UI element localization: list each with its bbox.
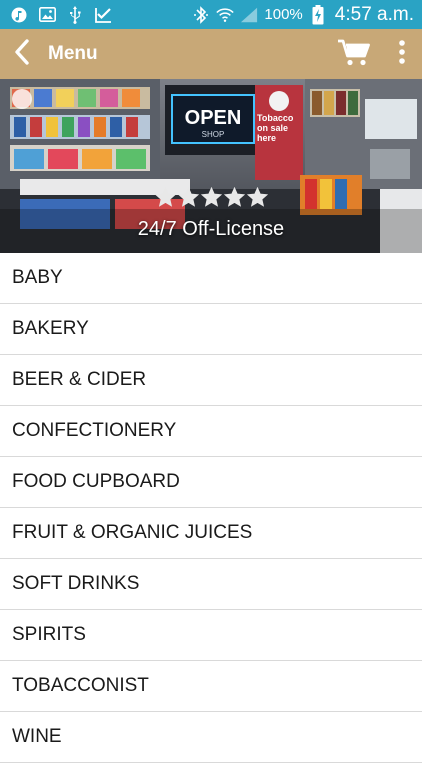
- battery-charging-icon: [309, 4, 327, 24]
- page-title: Menu: [48, 43, 98, 64]
- list-item[interactable]: BAKERY: [0, 304, 422, 355]
- store-banner: OPEN SHOP Tobacco on sale here 24/7 Off-…: [0, 79, 422, 253]
- list-item[interactable]: FOOD CUPBOARD: [0, 457, 422, 508]
- download-check-icon: [94, 6, 112, 24]
- list-item-label: CONFECTIONERY: [12, 420, 177, 441]
- rating-stars: [0, 186, 422, 212]
- star-icon: [223, 186, 246, 211]
- list-item-label: FOOD CUPBOARD: [12, 471, 180, 492]
- clock: 4:57 a.m.: [334, 3, 414, 25]
- list-item-label: BAKERY: [12, 318, 89, 339]
- list-item-label: WINE: [12, 726, 62, 747]
- open-sign: OPEN: [185, 107, 242, 129]
- back-button[interactable]: [2, 29, 42, 79]
- signal-icon: [240, 6, 258, 24]
- tobacco-poster: Tobacco on sale here: [257, 113, 294, 143]
- list-item[interactable]: SOFT DRINKS: [0, 559, 422, 610]
- star-icon: [246, 186, 269, 211]
- wifi-icon: [216, 6, 235, 24]
- bluetooth-icon: [192, 5, 210, 24]
- cart-button[interactable]: [334, 35, 374, 73]
- list-item-label: BEER & CIDER: [12, 369, 147, 390]
- battery-percent: 100%: [264, 6, 303, 23]
- star-icon: [154, 186, 177, 211]
- list-item-label: SPIRITS: [12, 624, 86, 645]
- star-icon: [177, 186, 200, 211]
- system-status: 100% 4:57 a.m.: [192, 0, 414, 29]
- image-icon: [38, 6, 56, 24]
- app-bar: Menu: [0, 29, 422, 79]
- category-list: BABY BAKERY BEER & CIDER CONFECTIONERY FOOD …: [0, 253, 422, 763]
- list-item[interactable]: BEER & CIDER: [0, 355, 422, 406]
- list-item-label: SOFT DRINKS: [12, 573, 140, 594]
- list-item[interactable]: CONFECTIONERY: [0, 406, 422, 457]
- status-bar: 100% 4:57 a.m.: [0, 0, 422, 29]
- store-name: 24/7 Off-License: [137, 218, 285, 240]
- more-vertical-icon: [398, 39, 406, 69]
- list-item[interactable]: SPIRITS: [0, 610, 422, 661]
- usb-icon: [66, 5, 84, 24]
- list-item-label: BABY: [12, 267, 63, 288]
- list-item[interactable]: TOBACCONIST: [0, 661, 422, 712]
- back-arrow-icon: [14, 38, 30, 70]
- notification-icons: [0, 5, 112, 24]
- list-item[interactable]: BABY: [0, 253, 422, 304]
- star-icon: [200, 186, 223, 211]
- list-item-label: FRUIT & ORGANIC JUICES: [12, 522, 253, 543]
- list-item[interactable]: WINE: [0, 712, 422, 763]
- list-item-label: TOBACCONIST: [12, 675, 149, 696]
- more-options-button[interactable]: [388, 35, 416, 73]
- list-item[interactable]: FRUIT & ORGANIC JUICES: [0, 508, 422, 559]
- music-icon: [10, 6, 28, 24]
- open-sign-subtext: SHOP: [202, 130, 225, 139]
- cart-icon: [337, 38, 371, 71]
